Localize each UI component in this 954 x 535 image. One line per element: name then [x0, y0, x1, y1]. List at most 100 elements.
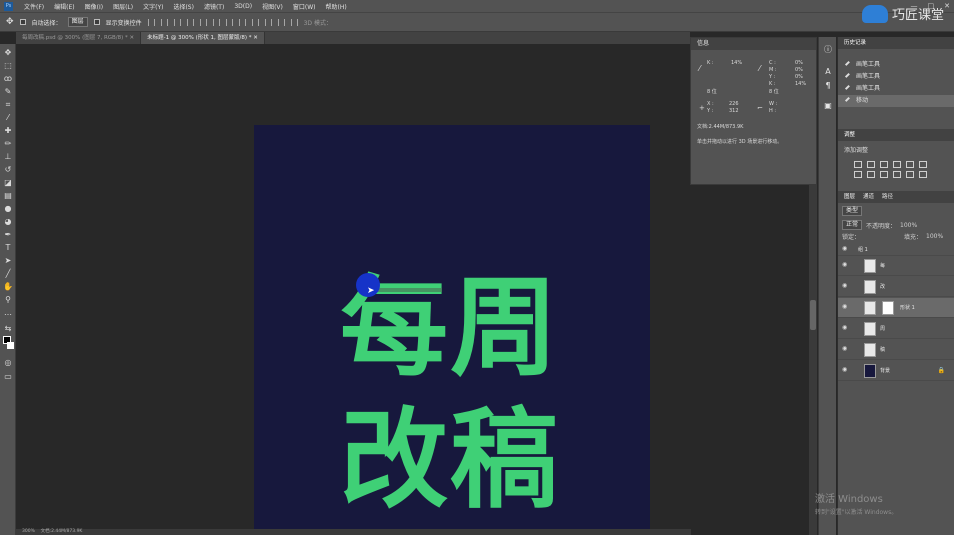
gradient-tool-icon[interactable]: ▤ [3, 191, 13, 201]
align-right-icon[interactable] [212, 18, 220, 26]
channel-mixer-icon[interactable] [906, 171, 914, 178]
pen-tool-icon[interactable]: ✒ [3, 230, 13, 240]
auto-select-checkbox[interactable] [19, 19, 26, 25]
tab-document-2[interactable]: 未标题-1 @ 300% (形状 1, 图层蒙版/8) * ✕ [141, 32, 265, 44]
show-transform-checkbox[interactable] [93, 19, 100, 25]
more-tools-icon[interactable]: … [3, 308, 13, 318]
zoom-level[interactable]: 300% [22, 529, 35, 534]
levels-icon[interactable] [867, 161, 875, 168]
history-brush-tool-icon[interactable]: ↺ [3, 165, 13, 175]
background-color-swatch[interactable] [7, 342, 14, 349]
visibility-eye-icon[interactable]: ◉ [842, 262, 850, 268]
move-tool-icon[interactable]: ✥ [3, 48, 13, 58]
artboard[interactable]: 每 周 改 稿 [254, 125, 650, 535]
distribute-bottom-icon[interactable] [251, 18, 259, 26]
paragraph-panel-icon[interactable]: ¶ [823, 81, 833, 91]
shape-tool-icon[interactable]: ╱ [3, 269, 13, 279]
layer-row[interactable]: ◉ 每 [838, 256, 954, 276]
menu-layer[interactable]: 图层(L) [108, 2, 138, 11]
layer-row[interactable]: ◉ 形状 1 [838, 298, 954, 318]
visibility-eye-icon[interactable]: ◉ [842, 346, 850, 352]
properties-panel-icon[interactable]: ▣ [823, 101, 833, 111]
align-left-icon[interactable] [186, 18, 194, 26]
distribute-left-icon[interactable] [264, 18, 272, 26]
distribute-right-icon[interactable] [290, 18, 298, 26]
crop-tool-icon[interactable]: ⌗ [3, 100, 13, 110]
tab-document-1[interactable]: 每周改稿.psd @ 300% (图层 7, RGB/8) * ✕ [16, 32, 142, 44]
layer-row[interactable]: ◉ 背景 🔒 [838, 361, 954, 381]
visibility-eye-icon[interactable]: ◉ [842, 283, 850, 289]
type-tool-icon[interactable]: T [3, 243, 13, 253]
history-panel-title[interactable]: 历史记录 [844, 37, 866, 49]
color-balance-icon[interactable] [867, 171, 875, 178]
curves-icon[interactable] [880, 161, 888, 168]
blend-mode-dropdown[interactable]: 正常 [842, 220, 863, 230]
lookup-icon[interactable] [919, 171, 927, 178]
fill-value[interactable]: 100% [926, 233, 943, 240]
quick-mask-icon[interactable]: ◎ [3, 358, 13, 368]
info-panel-icon[interactable]: ⓘ [823, 45, 833, 55]
distribute-middle-icon[interactable] [238, 18, 246, 26]
scrollbar-thumb[interactable] [810, 300, 816, 330]
distribute-center-icon[interactable] [277, 18, 285, 26]
align-top-icon[interactable] [147, 18, 155, 26]
eyedropper-tool-icon[interactable]: ⁄ [3, 113, 13, 123]
menu-window[interactable]: 窗口(W) [288, 2, 321, 11]
menu-type[interactable]: 文字(Y) [138, 2, 168, 11]
exposure-icon[interactable] [893, 161, 901, 168]
history-item[interactable]: 画笔工具 [838, 59, 954, 71]
eraser-tool-icon[interactable]: ◪ [3, 178, 13, 188]
tab-layers[interactable]: 图层 [844, 191, 855, 203]
history-item[interactable]: 画笔工具 [838, 83, 954, 95]
hue-sat-icon[interactable] [854, 171, 862, 178]
blur-tool-icon[interactable]: ● [3, 204, 13, 214]
history-item[interactable]: 画笔工具 [838, 71, 954, 83]
visibility-eye-icon[interactable]: ◉ [842, 325, 850, 331]
character-panel-icon[interactable]: A [823, 67, 833, 77]
opacity-value[interactable]: 100% [900, 222, 917, 229]
path-select-tool-icon[interactable]: ➤ [3, 256, 13, 266]
close-button[interactable]: ✕ [944, 2, 950, 10]
tab-paths[interactable]: 路径 [882, 191, 893, 203]
lasso-tool-icon[interactable]: ꝏ [3, 74, 13, 84]
gradient-map-icon[interactable] [919, 161, 927, 168]
menu-image[interactable]: 图像(I) [80, 2, 108, 11]
hand-tool-icon[interactable]: ✋ [3, 282, 13, 292]
history-item[interactable]: 移动 [838, 95, 954, 107]
auto-select-dropdown[interactable]: 图层 [67, 17, 88, 27]
swap-colors-icon[interactable]: ⇆ [3, 324, 13, 334]
dodge-tool-icon[interactable]: ◕ [3, 217, 13, 227]
brightness-icon[interactable] [854, 161, 862, 168]
menu-3d[interactable]: 3D(D) [229, 3, 257, 10]
tab-channels[interactable]: 通道 [863, 191, 874, 203]
marquee-tool-icon[interactable]: ⬚ [3, 61, 13, 71]
distribute-top-icon[interactable] [225, 18, 233, 26]
align-bottom-icon[interactable] [173, 18, 181, 26]
menu-select[interactable]: 选择(S) [168, 2, 199, 11]
quick-select-tool-icon[interactable]: ✎ [3, 87, 13, 97]
move-tool-icon[interactable]: ✥ [6, 17, 14, 27]
screen-mode-icon[interactable]: ▭ [3, 372, 13, 382]
brush-tool-icon[interactable]: ✏ [3, 139, 13, 149]
align-middle-icon[interactable] [160, 18, 168, 26]
layer-filter-dropdown[interactable]: 类型 [842, 206, 863, 216]
adjustments-panel-title[interactable]: 调整 [844, 129, 855, 141]
menu-help[interactable]: 帮助(H) [321, 2, 352, 11]
zoom-tool-icon[interactable]: ⚲ [3, 295, 13, 305]
menu-file[interactable]: 文件(F) [19, 2, 49, 11]
healing-tool-icon[interactable]: ✚ [3, 126, 13, 136]
menu-edit[interactable]: 编辑(E) [49, 2, 79, 11]
visibility-eye-icon[interactable]: ◉ [842, 304, 850, 310]
stamp-tool-icon[interactable]: ⊥ [3, 152, 13, 162]
layer-mask-thumbnail[interactable] [882, 301, 894, 315]
photo-filter-icon[interactable] [893, 171, 901, 178]
layer-row[interactable]: ◉ 改 [838, 277, 954, 297]
menu-filter[interactable]: 滤镜(T) [199, 2, 229, 11]
align-center-icon[interactable] [199, 18, 207, 26]
layer-row[interactable]: ◉ 稿 [838, 340, 954, 360]
visibility-eye-icon[interactable]: ◉ [842, 367, 850, 373]
visibility-eye-icon[interactable]: ◉ [842, 246, 850, 252]
bw-icon[interactable] [880, 171, 888, 178]
layer-group-row[interactable]: ◉ 组 1 [838, 242, 954, 256]
menu-view[interactable]: 视图(V) [257, 2, 288, 11]
